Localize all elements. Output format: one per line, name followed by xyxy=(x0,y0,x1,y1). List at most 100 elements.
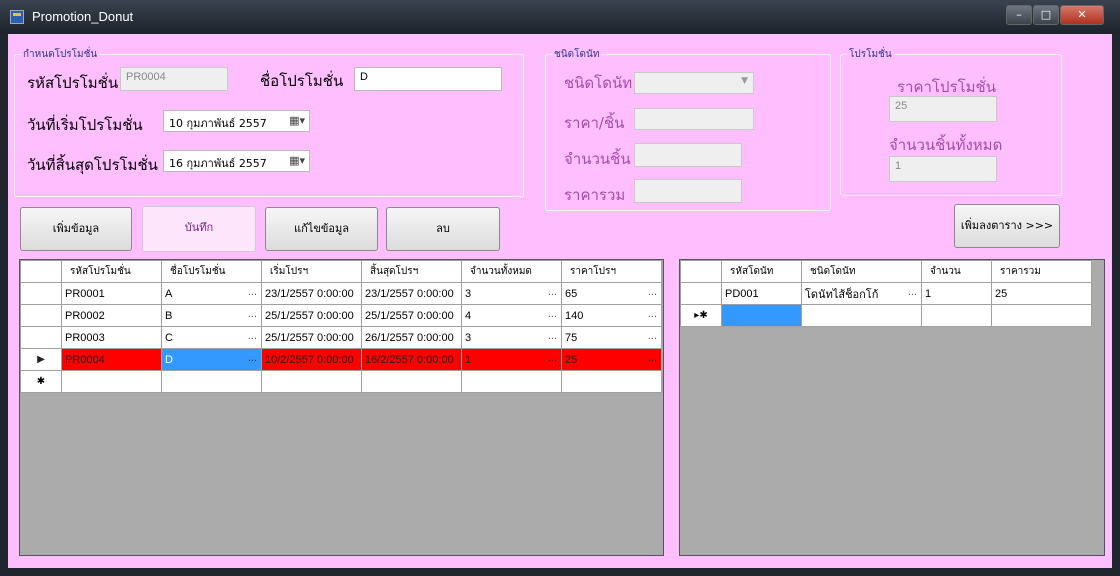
table-row[interactable]: ▶ PR0004 D... 10/2/2557 0:00:00 16/2/2557 0:… xyxy=(20,348,662,371)
table-cell[interactable] xyxy=(801,304,922,327)
table-cell[interactable]: 25... xyxy=(561,348,662,371)
table-cell[interactable]: 16/2/2557 0:00:00 xyxy=(361,348,462,371)
window-title: Promotion_Donut xyxy=(32,9,134,24)
table-cell[interactable]: B... xyxy=(161,304,262,327)
table-cell[interactable]: PR0003 xyxy=(61,326,162,349)
table-cell[interactable]: 140... xyxy=(561,304,662,327)
calendar-dropdown-icon[interactable]: ▦▾ xyxy=(289,154,305,167)
column-header[interactable]: ชื่อโปรโมชั่น xyxy=(161,260,262,283)
table-cell[interactable]: 1 xyxy=(921,282,992,305)
table-cell[interactable]: โดนัทไส้ช็อกโก้... xyxy=(801,282,922,305)
table-cell[interactable] xyxy=(361,370,462,393)
start-date-picker[interactable]: 10 กุมภาพันธ์ 2557 ▦▾ xyxy=(163,110,310,132)
table-cell[interactable] xyxy=(461,370,562,393)
donut-type-combobox[interactable]: ▼ xyxy=(634,72,754,94)
promotion-code-field[interactable]: PR0004 xyxy=(120,67,228,91)
donut-items-grid[interactable]: รหัสโดนัท ชนิดโดนัท จำนวน ราคารวม PD001 โ… xyxy=(679,259,1105,556)
column-header[interactable]: จำนวน xyxy=(921,260,992,283)
quantity-field[interactable] xyxy=(634,143,742,167)
row-header[interactable] xyxy=(680,282,722,305)
row-header[interactable] xyxy=(20,282,62,305)
add-button[interactable]: เพิ่มข้อมูล xyxy=(20,207,132,251)
promotion-name-field[interactable]: D xyxy=(354,67,502,91)
table-cell[interactable] xyxy=(61,370,162,393)
cell-ellipsis-button[interactable]: ... xyxy=(648,330,657,342)
table-cell[interactable]: 25/1/2557 0:00:00 xyxy=(261,304,362,327)
column-header[interactable]: ราคารวม xyxy=(991,260,1092,283)
table-row[interactable]: PR0003 C... 25/1/2557 0:00:00 26/1/2557 0:0… xyxy=(20,326,662,349)
edit-button[interactable]: แก้ไขข้อมูล xyxy=(265,207,378,251)
cell-ellipsis-button[interactable]: ... xyxy=(248,352,257,364)
column-header[interactable]: จำนวนทั้งหมด xyxy=(461,260,562,283)
table-cell[interactable]: PR0001 xyxy=(61,282,162,305)
add-to-table-button[interactable]: เพิ่มลงตาราง >>> xyxy=(954,204,1060,248)
column-header[interactable]: ราคาโปรฯ xyxy=(561,260,662,283)
table-cell[interactable]: 3... xyxy=(461,326,562,349)
row-header[interactable]: ▶ xyxy=(20,348,62,371)
table-cell[interactable]: D... xyxy=(161,348,262,371)
table-cell[interactable] xyxy=(261,370,362,393)
end-date-picker[interactable]: 16 กุมภาพันธ์ 2557 ▦▾ xyxy=(163,150,310,172)
table-cell[interactable]: 25 xyxy=(991,282,1092,305)
cell-ellipsis-button[interactable]: ... xyxy=(548,286,557,298)
cell-ellipsis-button[interactable]: ... xyxy=(908,286,917,298)
column-header[interactable]: สิ้นสุดโปรฯ xyxy=(361,260,462,283)
unit-price-field[interactable] xyxy=(634,108,754,130)
save-button[interactable]: บันทึก xyxy=(142,206,256,252)
table-cell[interactable] xyxy=(561,370,662,393)
line-total-field[interactable] xyxy=(634,179,742,203)
table-cell[interactable]: 25/1/2557 0:00:00 xyxy=(261,326,362,349)
new-row[interactable]: ✱ xyxy=(20,370,662,393)
column-header[interactable]: รหัสโปรโมชั่น xyxy=(61,260,162,283)
calendar-dropdown-icon[interactable]: ▦▾ xyxy=(289,114,305,127)
table-cell[interactable] xyxy=(721,304,802,327)
cell-ellipsis-button[interactable]: ... xyxy=(248,286,257,298)
table-row[interactable]: PR0001 A... 23/1/2557 0:00:00 23/1/2557 0:0… xyxy=(20,282,662,305)
table-cell[interactable]: A... xyxy=(161,282,262,305)
delete-button[interactable]: ลบ xyxy=(386,207,500,251)
title-bar[interactable]: Promotion_Donut – □ ✕ xyxy=(0,0,1120,34)
new-row-marker[interactable]: ▸✱ xyxy=(680,304,722,327)
cell-ellipsis-button[interactable]: ... xyxy=(248,308,257,320)
table-row[interactable]: PD001 โดนัทไส้ช็อกโก้... 1 25 xyxy=(680,282,1092,305)
cell-ellipsis-button[interactable]: ... xyxy=(548,352,557,364)
chevron-down-icon[interactable]: ▼ xyxy=(741,76,748,86)
promotions-grid[interactable]: รหัสโปรโมชั่น ชื่อโปรโมชั่น เริ่มโปรฯ สิ… xyxy=(19,259,664,556)
cell-ellipsis-button[interactable]: ... xyxy=(248,330,257,342)
new-row[interactable]: ▸✱ xyxy=(680,304,1092,327)
table-cell[interactable]: 3... xyxy=(461,282,562,305)
table-cell[interactable]: 26/1/2557 0:00:00 xyxy=(361,326,462,349)
total-pieces-field[interactable]: 1 xyxy=(889,156,997,182)
cell-ellipsis-button[interactable]: ... xyxy=(548,330,557,342)
cell-ellipsis-button[interactable]: ... xyxy=(548,308,557,320)
promotion-price-field[interactable]: 25 xyxy=(889,96,997,122)
table-cell[interactable]: 75... xyxy=(561,326,662,349)
cell-ellipsis-button[interactable]: ... xyxy=(648,308,657,320)
row-header[interactable] xyxy=(20,326,62,349)
column-header[interactable]: ชนิดโดนัท xyxy=(801,260,922,283)
column-header[interactable]: รหัสโดนัท xyxy=(721,260,802,283)
table-cell[interactable] xyxy=(161,370,262,393)
table-cell[interactable]: C... xyxy=(161,326,262,349)
minimize-button[interactable]: – xyxy=(1006,5,1032,25)
table-cell[interactable]: 25/1/2557 0:00:00 xyxy=(361,304,462,327)
row-header[interactable] xyxy=(20,304,62,327)
table-row[interactable]: PR0002 B... 25/1/2557 0:00:00 25/1/2557 0:0… xyxy=(20,304,662,327)
cell-ellipsis-button[interactable]: ... xyxy=(648,286,657,298)
maximize-button[interactable]: □ xyxy=(1033,5,1059,25)
table-cell[interactable]: PR0004 xyxy=(61,348,162,371)
table-cell[interactable]: 4... xyxy=(461,304,562,327)
table-cell[interactable]: 1... xyxy=(461,348,562,371)
table-cell[interactable]: 10/2/2557 0:00:00 xyxy=(261,348,362,371)
table-cell[interactable]: 23/1/2557 0:00:00 xyxy=(361,282,462,305)
table-cell[interactable]: PD001 xyxy=(721,282,802,305)
cell-ellipsis-button[interactable]: ... xyxy=(648,352,657,364)
table-cell[interactable] xyxy=(921,304,992,327)
column-header[interactable]: เริ่มโปรฯ xyxy=(261,260,362,283)
close-button[interactable]: ✕ xyxy=(1060,5,1104,25)
new-row-marker[interactable]: ✱ xyxy=(20,370,62,393)
table-cell[interactable]: PR0002 xyxy=(61,304,162,327)
table-cell[interactable]: 23/1/2557 0:00:00 xyxy=(261,282,362,305)
table-cell[interactable] xyxy=(991,304,1092,327)
table-cell[interactable]: 65... xyxy=(561,282,662,305)
